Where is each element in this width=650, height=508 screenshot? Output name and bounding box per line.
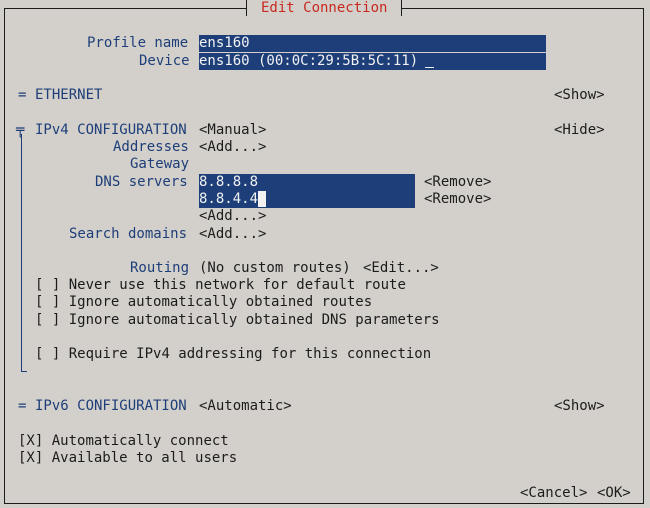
device-field[interactable]: ens160 (00:0C:29:5B:5C:11) (199, 53, 546, 70)
checkbox-label: Require IPv4 addressing for this connect… (68, 346, 432, 362)
dns-add-button[interactable]: <Add...> (199, 208, 266, 225)
dns-server-value-2: 8.8.4.4 (199, 191, 259, 207)
checkbox-label: Ignore automatically obtained routes (68, 294, 373, 310)
dns-remove-button-2[interactable]: <Remove> (424, 191, 491, 208)
dns-server-field-1[interactable]: 8.8.8.8 (199, 174, 415, 191)
routing-edit-button[interactable]: <Edit...> (363, 260, 439, 277)
device-label: Device (139, 53, 190, 69)
ignore-routes-checkbox[interactable]: [ ] Ignore automatically obtained routes (35, 294, 372, 311)
cancel-button[interactable]: <Cancel> (520, 485, 587, 502)
addresses-label: Addresses (113, 139, 189, 155)
ignore-dns-checkbox[interactable]: [ ] Ignore automatically obtained DNS pa… (35, 312, 440, 329)
profile-name-label: Profile name (87, 35, 189, 51)
ipv4-hide-button[interactable]: <Hide> (554, 122, 605, 139)
dns-servers-label: DNS servers (95, 174, 188, 190)
checkbox-label: Automatically connect (51, 433, 229, 449)
ipv4-section-line (21, 134, 22, 372)
search-domains-add-button[interactable]: <Add...> (199, 226, 266, 243)
checkbox-label: Available to all users (51, 450, 238, 466)
ok-button[interactable]: <OK> (597, 485, 631, 502)
ipv6-marker: = (18, 398, 27, 414)
routing-label: Routing (130, 260, 190, 276)
checkbox-mark: [ ] (35, 294, 61, 310)
ipv6-label: IPv6 CONFIGURATION (35, 398, 187, 414)
routing-value: (No custom routes) (199, 260, 351, 276)
dialog-title: Edit Connection (246, 0, 403, 16)
dialog-frame (4, 8, 644, 504)
checkbox-mark: [X] (18, 433, 44, 449)
checkbox-mark: [ ] (35, 277, 61, 293)
all-users-checkbox[interactable]: [X] Available to all users (18, 450, 237, 467)
search-domains-label: Search domains (69, 226, 188, 242)
ipv4-label: IPv4 CONFIGURATION (35, 122, 187, 138)
ethernet-marker: = (18, 87, 27, 103)
require-ipv4-checkbox[interactable]: [ ] Require IPv4 addressing for this con… (35, 346, 431, 363)
dns-server-field-2[interactable]: 8.8.4.4 (199, 191, 415, 208)
profile-name-field[interactable]: ens160 (199, 35, 546, 52)
dns-remove-button-1[interactable]: <Remove> (424, 174, 491, 191)
text-cursor (258, 191, 267, 207)
checkbox-label: Ignore automatically obtained DNS parame… (68, 312, 440, 328)
checkbox-mark: [ ] (35, 312, 61, 328)
gateway-label: Gateway (130, 156, 190, 172)
never-default-route-checkbox[interactable]: [ ] Never use this network for default r… (35, 277, 406, 294)
ethernet-show-button[interactable]: <Show> (554, 87, 605, 104)
checkbox-label: Never use this network for default route (68, 277, 406, 293)
addresses-add-button[interactable]: <Add...> (199, 139, 266, 156)
ipv4-section-line-end (21, 371, 27, 372)
checkbox-mark: [ ] (35, 346, 61, 362)
checkbox-mark: [X] (18, 450, 44, 466)
ipv4-mode-select[interactable]: <Manual> (199, 122, 266, 139)
auto-connect-checkbox[interactable]: [X] Automatically connect (18, 433, 229, 450)
ethernet-label: ETHERNET (35, 87, 103, 103)
ipv6-show-button[interactable]: <Show> (554, 398, 605, 415)
device-field-cursor (425, 67, 434, 68)
ipv6-mode-select[interactable]: <Automatic> (199, 398, 292, 415)
